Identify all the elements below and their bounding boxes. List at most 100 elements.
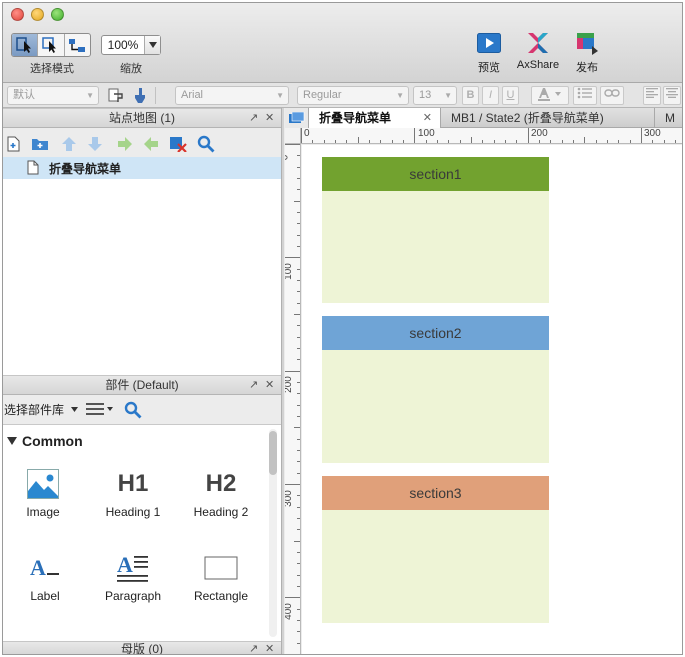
widget-image[interactable]: Image <box>3 467 83 519</box>
move-down-icon[interactable] <box>87 136 103 152</box>
bullet-list-button[interactable] <box>573 86 597 105</box>
undock-icon[interactable]: ↗ <box>249 109 258 127</box>
search-icon[interactable] <box>197 135 215 153</box>
chevron-down-icon: ▼ <box>86 91 94 100</box>
search-icon[interactable] <box>124 401 142 419</box>
close-icon[interactable]: ✕ <box>265 376 274 394</box>
widget-rectangle[interactable]: Rectangle <box>181 551 261 603</box>
text-color-icon <box>538 88 561 101</box>
pointer-icon <box>15 37 31 53</box>
indent-icon[interactable] <box>117 137 133 151</box>
category-label: Common <box>22 433 83 449</box>
tab-mb1-state2[interactable]: MB1 / State2 (折叠导航菜单) <box>441 108 655 128</box>
align-left-button[interactable] <box>643 86 661 105</box>
axshare-button[interactable]: AxShare <box>513 33 563 71</box>
bold-button[interactable]: B <box>462 86 479 105</box>
tabs-overview-icon <box>289 111 305 123</box>
connector-mode-button[interactable] <box>65 34 90 56</box>
widget-paragraph[interactable]: A Paragraph <box>93 551 173 603</box>
add-page-icon[interactable] <box>7 136 21 152</box>
sitemap-toolbar <box>3 131 281 157</box>
section2-header[interactable]: section2 <box>322 316 549 350</box>
page-tabs: 折叠导航菜单 ✕ MB1 / State2 (折叠导航菜单) M <box>285 108 682 128</box>
widgets-toolbar: 选择部件库 <box>3 395 281 423</box>
close-icon[interactable]: ✕ <box>265 642 274 654</box>
font-family-select[interactable]: Arial ▼ <box>175 86 289 105</box>
ruler-vertical-ticks <box>285 144 300 644</box>
preview-button[interactable]: 预览 <box>473 33 505 75</box>
chevron-down-icon <box>145 36 160 54</box>
tab-label: 折叠导航菜单 <box>319 111 392 125</box>
tab-collapse-nav[interactable]: 折叠导航菜单 ✕ <box>309 108 441 128</box>
tab-label: MB1 / State2 (折叠导航菜单) <box>451 111 604 125</box>
paragraph-icon: A <box>117 553 148 582</box>
link-button[interactable] <box>600 86 624 105</box>
undock-icon[interactable]: ↗ <box>249 376 258 394</box>
delete-page-icon[interactable] <box>169 136 187 152</box>
zoom-window-button[interactable] <box>51 8 64 21</box>
section1-panel[interactable] <box>322 191 549 303</box>
publish-button[interactable]: 发布 <box>569 33 605 75</box>
widget-heading-2[interactable]: H2 Heading 2 <box>181 467 261 519</box>
publish-label: 发布 <box>576 62 598 74</box>
disclosure-triangle-icon[interactable] <box>7 437 17 445</box>
bullet-list-icon <box>577 87 592 99</box>
format-painter-icon[interactable] <box>108 88 124 103</box>
ruler-label: 0 <box>304 128 310 139</box>
font-weight-select[interactable]: Regular ▼ <box>297 86 409 105</box>
add-folder-icon[interactable] <box>31 137 49 151</box>
sitemap-header: 站点地图 (1) ↗ ✕ <box>3 108 281 128</box>
widget-label: Heading 1 <box>105 505 161 519</box>
zoom-select[interactable]: 100% <box>101 35 161 55</box>
section-label: section3 <box>409 485 462 501</box>
pane-splitter[interactable] <box>281 108 284 654</box>
section-label: section1 <box>409 166 462 182</box>
close-icon[interactable]: ✕ <box>265 109 274 127</box>
library-select[interactable]: 选择部件库 <box>4 401 64 418</box>
style-select[interactable]: 默认 ▼ <box>7 86 99 105</box>
axshare-label: AxShare <box>516 59 560 71</box>
ruler-label: 200 <box>285 376 294 393</box>
tab-overflow[interactable]: M <box>655 108 682 128</box>
brush-icon[interactable] <box>133 88 147 103</box>
svg-text:A: A <box>30 556 46 580</box>
section1-header[interactable]: section1 <box>322 157 549 191</box>
ruler-label: 100 <box>418 128 435 139</box>
chevron-down-icon: ▼ <box>396 91 404 100</box>
italic-button[interactable]: I <box>482 86 499 105</box>
widget-scrollbar[interactable] <box>269 429 277 637</box>
undock-icon[interactable]: ↗ <box>249 642 258 654</box>
tab-list-button[interactable] <box>285 108 309 128</box>
outdent-icon[interactable] <box>143 137 159 151</box>
scrollbar-thumb[interactable] <box>269 431 277 475</box>
ruler-label: 0 <box>285 155 290 161</box>
minimize-window-button[interactable] <box>31 8 44 21</box>
font-size-select[interactable]: 13 ▼ <box>413 86 457 105</box>
widget-heading-1[interactable]: H1 Heading 1 <box>93 467 173 519</box>
style-select-value: 默认 <box>13 89 35 101</box>
rectangle-icon <box>204 556 238 580</box>
format-bar: 默认 ▼ Arial ▼ Regular ▼ 13 ▼ B I U <box>3 83 682 108</box>
app-window: 选择模式 100% 缩放 预览 AxShare 发布 默认 ▼ Arial ▼ … <box>2 2 683 655</box>
text-color-button[interactable] <box>531 86 569 105</box>
select-contain-button[interactable] <box>38 34 65 56</box>
section2-panel[interactable] <box>322 350 549 463</box>
align-center-button[interactable] <box>663 86 681 105</box>
font-family-value: Arial <box>181 89 204 101</box>
close-window-button[interactable] <box>11 8 24 21</box>
widget-label-item[interactable]: A Label <box>5 551 85 603</box>
move-up-icon[interactable] <box>61 136 77 152</box>
underline-button[interactable]: U <box>502 86 519 105</box>
close-icon[interactable]: ✕ <box>423 108 432 128</box>
menu-icon[interactable] <box>86 402 114 416</box>
select-intersect-button[interactable] <box>12 34 39 56</box>
zoom-label: 缩放 <box>120 63 142 75</box>
page-icon <box>27 160 39 175</box>
section3-panel[interactable] <box>322 510 549 623</box>
sitemap-page-item[interactable]: 折叠导航菜单 <box>3 157 281 179</box>
ruler-label: 200 <box>531 128 548 139</box>
link-icon <box>604 89 620 97</box>
section3-header[interactable]: section3 <box>322 476 549 510</box>
design-canvas[interactable]: section1 section2 section3 <box>302 145 682 654</box>
svg-text:A: A <box>117 553 133 577</box>
